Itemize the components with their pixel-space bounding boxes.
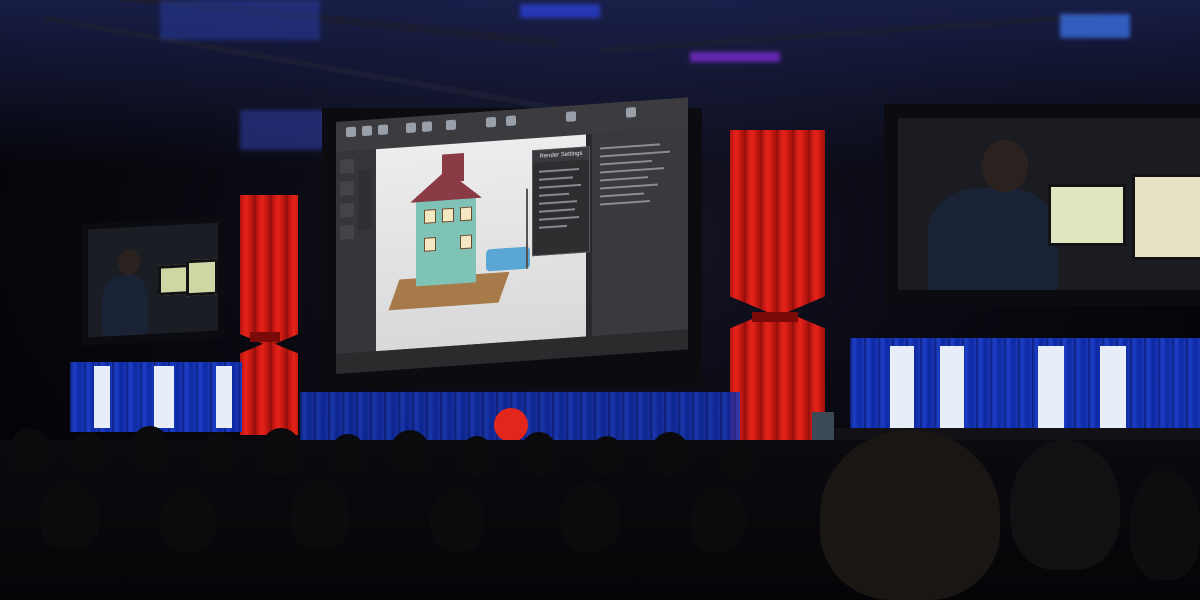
led-column: [216, 366, 232, 428]
house-window: [424, 209, 436, 224]
right-curtain: [730, 130, 825, 450]
audience-head: [40, 480, 100, 550]
lamp-post: [526, 188, 528, 269]
audience-head: [10, 428, 50, 474]
monitor-graphic: [1048, 184, 1126, 246]
audience-head: [460, 436, 494, 476]
foreground-head: [1010, 440, 1120, 570]
outliner-row[interactable]: [600, 167, 664, 174]
setting-row[interactable]: [539, 192, 569, 197]
dialog-title: Render Settings: [533, 147, 589, 164]
house-window: [442, 207, 454, 223]
stage-equipment: [812, 412, 834, 442]
tool-icon[interactable]: [626, 107, 636, 118]
tool-icon[interactable]: [362, 125, 372, 137]
presenter-figure: [928, 188, 1058, 290]
audience-head: [260, 428, 302, 476]
foreground-head: [820, 430, 1000, 600]
tool-shelf: [336, 149, 376, 354]
led-column: [94, 366, 110, 428]
left-screen-video: [88, 222, 218, 338]
tool-icon[interactable]: [506, 115, 516, 127]
house-window: [424, 237, 436, 252]
ring-logo-icon: [1100, 346, 1126, 432]
outliner-row[interactable]: [600, 192, 644, 198]
audience-head: [160, 486, 216, 552]
shelf-button[interactable]: [340, 158, 354, 174]
ring-logo-icon: [940, 346, 964, 432]
left-side-screen: [82, 216, 224, 346]
foreground-head: [1130, 470, 1200, 580]
ceiling-light: [1060, 14, 1130, 38]
curtain-tie: [250, 332, 280, 342]
setting-row[interactable]: [539, 168, 579, 173]
left-curtain: [240, 195, 298, 435]
audience-head: [130, 426, 170, 472]
led-column: [154, 366, 174, 428]
ceiling-light: [690, 52, 780, 62]
curtain-tie: [752, 312, 798, 322]
audience-head: [690, 486, 746, 552]
ring-logo-icon: [1038, 346, 1064, 432]
audience-head: [390, 430, 430, 474]
audience-head: [330, 434, 366, 474]
main-screen-frame: Render Settings: [322, 97, 702, 388]
tool-icon[interactable]: [406, 122, 416, 134]
right-led-panel: [850, 338, 1200, 436]
setting-row[interactable]: [539, 224, 567, 229]
brand-logo-icon: [494, 408, 528, 442]
main-screen: Render Settings: [336, 97, 688, 374]
truss-beam: [600, 12, 1100, 54]
right-screen-video: [898, 118, 1200, 290]
audience-head: [590, 436, 624, 476]
outliner-row[interactable]: [600, 200, 650, 206]
outliner-row[interactable]: [600, 150, 670, 158]
ring-logo-icon: [890, 346, 914, 432]
monitor-graphic: [1132, 174, 1200, 260]
shelf-button[interactable]: [340, 202, 354, 218]
van-model: [486, 246, 530, 272]
audience-head: [430, 488, 484, 552]
presenter-figure: [102, 274, 148, 337]
shelf-button[interactable]: [340, 180, 354, 196]
ceiling-light: [520, 4, 600, 18]
outliner-row[interactable]: [600, 159, 652, 166]
outliner-panel: [592, 127, 688, 337]
audience-head: [560, 482, 620, 552]
shelf-button[interactable]: [340, 224, 354, 240]
outliner-row[interactable]: [600, 143, 660, 150]
conference-scene: Render Settings: [0, 0, 1200, 600]
audience-head: [520, 432, 558, 476]
house-window: [460, 234, 472, 250]
audience-head: [70, 432, 106, 474]
render-settings-dialog: Render Settings: [532, 146, 590, 257]
shelf-panel: [358, 169, 372, 231]
tool-icon[interactable]: [486, 116, 496, 128]
presenter-head: [982, 140, 1028, 192]
audience-head: [720, 440, 756, 480]
setting-row[interactable]: [539, 208, 575, 213]
house-tower: [442, 153, 464, 183]
presenter-head: [118, 248, 140, 276]
monitor-graphic: [186, 258, 218, 297]
left-led-panel: [70, 362, 242, 432]
tool-icon[interactable]: [346, 126, 356, 138]
setting-row[interactable]: [539, 183, 581, 189]
tool-icon[interactable]: [446, 119, 456, 131]
outliner-row[interactable]: [600, 176, 648, 182]
audience-head: [290, 480, 350, 550]
setting-row[interactable]: [539, 176, 573, 181]
outliner-row[interactable]: [600, 183, 658, 190]
house-window: [460, 206, 472, 222]
tool-icon[interactable]: [422, 121, 432, 132]
tool-icon[interactable]: [566, 111, 576, 122]
ceiling-light: [240, 110, 330, 150]
setting-row[interactable]: [539, 216, 579, 221]
setting-row[interactable]: [539, 200, 577, 205]
tool-icon[interactable]: [378, 124, 388, 136]
audience-head: [650, 432, 690, 476]
ceiling-light: [160, 0, 320, 40]
right-side-screen: [884, 104, 1200, 306]
audience-head: [200, 432, 236, 474]
